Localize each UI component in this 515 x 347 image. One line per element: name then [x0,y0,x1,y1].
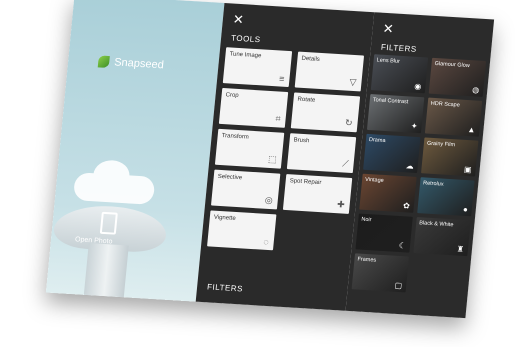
filter-label: HDR Scape [430,100,461,109]
tool-label: Crop [225,92,239,99]
tool-label: Vignette [213,214,237,222]
filter-label: Lens Blur [376,57,401,65]
target-icon: ◎ [264,194,274,206]
bandage-icon: ✚ [336,199,346,210]
filter-label: Noir [361,216,372,224]
triangle-icon: ▽ [349,76,357,88]
tool-crop[interactable]: Crop ⌗ [218,88,289,128]
transform-icon: ⬚ [267,153,278,165]
filters-grid: Lens Blur ◉ Glamour Glow ◍ Tonal Contrast ✦… [351,54,487,296]
filter-vintage[interactable]: Vintage ✿ [359,173,417,213]
launch-screen: Snapseed Open Photo [45,0,225,302]
filter-label: Frames [357,256,377,264]
tool-spot-repair[interactable]: Spot Repair ✚ [282,174,353,214]
lens-icon: ◉ [413,81,422,92]
tool-selective[interactable]: Selective ◎ [210,169,281,210]
tool-details[interactable]: Details ▽ [294,51,365,92]
brush-icon: ⟋ [341,158,350,169]
close-icon[interactable]: ✕ [382,21,394,38]
tool-rotate[interactable]: Rotate ↻ [290,92,361,133]
cloud-icon: ☁ [405,161,415,171]
snapseed-logo-icon [97,55,110,69]
filter-label: Drama [368,137,386,145]
bulb-icon: ● [462,204,469,215]
film-icon: ▣ [463,164,473,175]
tool-label: Selective [217,173,243,182]
filter-label: Retrolux [422,180,444,188]
tool-label: Brush [293,137,310,145]
tool-label: Tune Image [229,51,262,60]
contrast-icon: ✦ [410,121,418,131]
crop-icon: ⌗ [275,113,282,124]
sliders-icon: ≡ [278,73,285,84]
eye-icon: ◍ [471,85,480,95]
filter-label: Glamour Glow [434,60,470,70]
tool-transform[interactable]: Transform ⬚ [214,128,285,169]
filter-grainy-film[interactable]: Grainy Film ▣ [421,137,479,177]
water-tower-stem [83,243,129,302]
filter-hdr-scape[interactable]: HDR Scape ▲ [424,97,483,137]
filter-black-white[interactable]: Black & White ♜ [413,217,471,257]
moon-icon: ☾ [398,241,407,251]
filter-retrolux[interactable]: Retrolux ● [417,177,475,217]
app-screens: Snapseed Open Photo ✕ TOOLS Tune Image ≡ … [45,0,495,319]
brand: Snapseed [97,55,165,72]
mountain-icon: ▲ [467,125,476,135]
frame-icon: ▢ [394,280,403,291]
filter-label: Tonal Contrast [372,97,409,106]
filter-label: Vintage [364,176,384,184]
app-name: Snapseed [113,56,165,72]
cloud-illustration [72,172,156,205]
filter-drama[interactable]: Drama ☁ [363,133,421,174]
tool-label: Details [301,55,321,63]
filters-heading: FILTERS [380,42,418,54]
filter-lens-blur[interactable]: Lens Blur ◉ [370,54,429,94]
filter-noir[interactable]: Noir ☾ [355,213,413,253]
rotate-icon: ↻ [344,117,354,128]
screenshot-stage: Snapseed Open Photo ✕ TOOLS Tune Image ≡ … [0,0,515,347]
tower-icon: ♜ [456,244,465,254]
tools-grid: Tune Image ≡ Details ▽ Crop ⌗ Rotate ↻ Trans… [207,47,365,255]
tool-tune-image[interactable]: Tune Image ≡ [222,47,293,88]
tools-screen: ✕ TOOLS Tune Image ≡ Details ▽ Crop ⌗ Rotat… [195,3,375,311]
close-icon[interactable]: ✕ [232,12,244,29]
filter-glamour-glow[interactable]: Glamour Glow ◍ [428,57,487,97]
tool-label: Rotate [297,96,316,104]
tool-label: Spot Repair [289,178,322,187]
filter-tonal-contrast[interactable]: Tonal Contrast ✦ [366,94,425,134]
tools-heading: TOOLS [230,33,262,45]
tool-vignette[interactable]: Vignette ◌ [207,210,277,251]
tool-label: Transform [221,133,250,141]
phone-icon[interactable] [99,211,118,235]
filter-frames[interactable]: Frames ▢ [351,253,409,293]
filter-label: Black & White [418,220,454,229]
vignette-icon: ◌ [262,236,270,248]
filters-tab[interactable]: FILTERS [207,282,244,293]
tool-brush[interactable]: Brush ⟋ [286,133,357,174]
filter-label: Grainy Film [426,140,456,149]
flower-icon: ✿ [402,201,411,211]
